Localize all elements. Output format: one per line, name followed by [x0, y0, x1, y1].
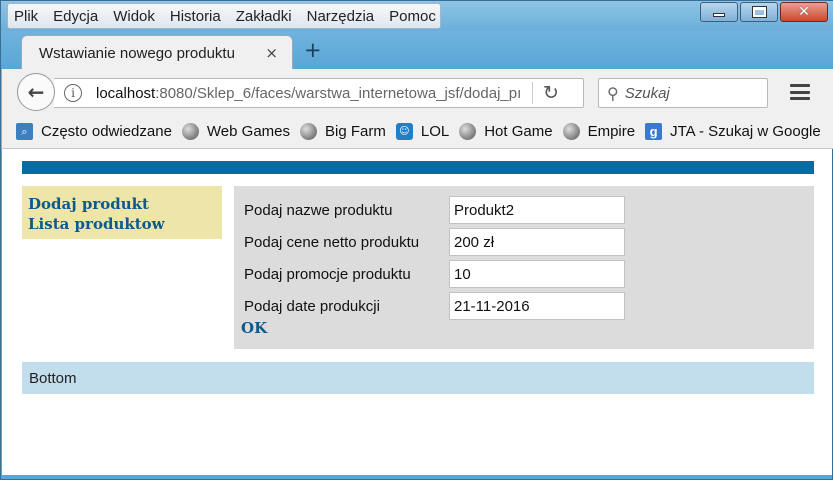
url-separator [532, 82, 533, 104]
tab-strip: Wstawianie nowego produktu × + [1, 31, 833, 71]
bookmark-label: LOL [420, 123, 450, 140]
bookmark-label: Hot Game [484, 123, 553, 140]
search-bar[interactable]: ⚲ [598, 78, 768, 108]
bookmark-lol[interactable]: ☺ LOL [395, 123, 450, 140]
bookmark-big-farm[interactable]: Big Farm [300, 123, 386, 140]
back-button[interactable]: ← [17, 73, 55, 111]
menu-pomoc[interactable]: Pomoc [389, 8, 436, 25]
menu-plik[interactable]: Plik [14, 8, 38, 25]
globe-icon [181, 123, 199, 140]
page-content: Dodaj produkt Lista produktow Podaj nazw… [2, 149, 832, 475]
lol-icon: ☺ [395, 123, 413, 140]
browser-window: Plik Edycja Widok Historia Zakładki Narz… [0, 0, 833, 480]
search-input[interactable] [622, 83, 753, 103]
add-product-link[interactable]: Dodaj produkt [28, 194, 216, 214]
form-row-name: Podaj nazwe produktu [244, 196, 625, 224]
bookmark-label: Web Games [206, 123, 291, 140]
minimize-button[interactable] [700, 2, 738, 22]
minimize-icon [713, 13, 725, 17]
title-bar: Plik Edycja Widok Historia Zakładki Narz… [1, 1, 833, 31]
search-icon: ⚲ [607, 83, 619, 103]
maximize-button[interactable] [740, 2, 778, 22]
date-label: Podaj date produkcji [244, 297, 380, 315]
promo-input[interactable] [449, 260, 625, 288]
globe-icon [300, 123, 318, 140]
name-input[interactable] [449, 196, 625, 224]
promo-label: Podaj promocje produktu [244, 265, 411, 283]
ok-button[interactable]: OK [241, 319, 267, 337]
bookmarks-bar: ⌕ Często odwiedzane Web Games Big Farm ☺… [1, 115, 833, 149]
form-row-promo: Podaj promocje produktu [244, 260, 625, 288]
bookmark-jta-google[interactable]: g JTA - Szukaj w Google [645, 123, 821, 140]
bookmark-hot-game[interactable]: Hot Game [459, 123, 553, 140]
menu-bar: Plik Edycja Widok Historia Zakładki Narz… [7, 3, 441, 29]
date-input[interactable] [449, 292, 625, 320]
often-visited-icon: ⌕ [16, 123, 33, 140]
hamburger-menu-icon[interactable] [788, 81, 812, 103]
url-bar[interactable]: i localhost:8080/Sklep_6/faces/warstwa_i… [54, 78, 584, 108]
globe-icon [562, 123, 580, 140]
price-input[interactable] [449, 228, 625, 256]
page-header-bar [22, 161, 814, 174]
menu-zakladki[interactable]: Zakładki [236, 8, 292, 25]
back-arrow-icon: ← [27, 80, 45, 104]
maximize-icon [751, 6, 767, 18]
globe-icon [459, 123, 477, 140]
menu-historia[interactable]: Historia [170, 8, 221, 25]
window-controls: ✕ [698, 2, 828, 22]
google-icon: g [645, 123, 663, 140]
tab-close-icon[interactable]: × [265, 44, 278, 62]
product-list-link[interactable]: Lista produktow [28, 214, 216, 234]
price-label: Podaj cene netto produktu [244, 233, 420, 251]
menu-widok[interactable]: Widok [113, 8, 155, 25]
bookmark-czesto-odwiedzane[interactable]: ⌕ Często odwiedzane [16, 123, 172, 140]
bookmark-empire[interactable]: Empire [562, 123, 636, 140]
name-label: Podaj nazwe produktu [244, 201, 393, 219]
close-window-button[interactable]: ✕ [780, 2, 828, 22]
bookmark-label: Często odwiedzane [41, 123, 172, 140]
url-path: :8080/Sklep_6/faces/warstwa_internetowa_… [155, 84, 522, 102]
left-menu: Dodaj produkt Lista produktow [22, 186, 222, 239]
info-icon[interactable]: i [64, 84, 82, 102]
close-icon: ✕ [798, 4, 810, 20]
bookmark-label: JTA - Szukaj w Google [670, 123, 821, 140]
bookmark-label: Empire [587, 123, 636, 140]
url-text[interactable]: localhost:8080/Sklep_6/faces/warstwa_int… [96, 85, 526, 102]
bookmark-web-games[interactable]: Web Games [181, 123, 291, 140]
bookmark-label: Big Farm [325, 123, 386, 140]
form-row-price: Podaj cene netto produktu [244, 228, 625, 256]
new-tab-button[interactable]: + [304, 38, 322, 62]
tab-active[interactable]: Wstawianie nowego produktu × [21, 35, 293, 71]
menu-edycja[interactable]: Edycja [53, 8, 98, 25]
page-footer: Bottom [22, 362, 814, 394]
navigation-bar: i localhost:8080/Sklep_6/faces/warstwa_i… [1, 69, 833, 115]
tab-title: Wstawianie nowego produktu [39, 45, 235, 62]
url-host: localhost [96, 84, 156, 102]
menu-narzedzia[interactable]: Narzędzia [307, 8, 375, 25]
reload-icon[interactable]: ↻ [543, 82, 559, 104]
form-row-date: Podaj date produkcji [244, 292, 625, 320]
product-form: Podaj nazwe produktu Podaj cene netto pr… [234, 186, 814, 349]
